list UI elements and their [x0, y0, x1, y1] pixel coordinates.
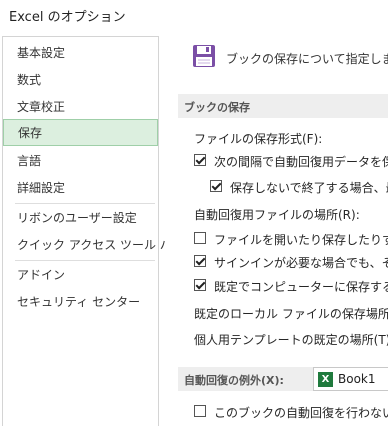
sidebar-item-save[interactable]: 保存 [3, 119, 158, 146]
section-header-save-workbooks: ブックの保存 [178, 94, 388, 118]
save-to-computer-label: 既定でコンピューターに保存する(C) [214, 280, 388, 294]
sidebar-item-proofing[interactable]: 文章校正 [3, 94, 158, 121]
options-sidebar: 基本設定 数式 文章校正 保存 言語 詳細設定 リボンのユーザー設定 クイック … [2, 36, 184, 426]
title-bar: Excel のオプション [0, 0, 388, 28]
keep-last-version-label: 保存しないで終了する場合、最 [230, 181, 388, 195]
excel-icon: X [318, 372, 333, 387]
sidebar-item-advanced[interactable]: 詳細設定 [3, 175, 158, 202]
sidebar-item-general[interactable]: 基本設定 [3, 40, 158, 67]
section-title: 自動回復の例外(X): [184, 374, 284, 387]
exceptions-workbook-dropdown[interactable]: X Book1 [313, 367, 388, 391]
show-additional-places-checkbox[interactable] [194, 255, 206, 267]
sidebar-item-trust-center[interactable]: セキュリティ センター [3, 289, 158, 316]
save-to-computer-checkbox[interactable] [194, 279, 206, 291]
sidebar-item-language[interactable]: 言語 [3, 148, 158, 175]
disable-autorecover-label: このブックの自動回復を行わない(D) [214, 406, 388, 420]
window-title: Excel のオプション [9, 10, 126, 25]
default-template-location-label: 個人用テンプレートの既定の場所(T): [194, 333, 388, 347]
show-additional-places-label: サインインが必要な場合でも、その他 [214, 256, 388, 270]
default-local-location-label: 既定のローカル ファイルの保存場所(I): [194, 307, 388, 321]
section-title: ブックの保存 [184, 101, 250, 114]
disable-autorecover-checkbox[interactable] [194, 405, 206, 417]
exceptions-workbook-value: Book1 [338, 372, 376, 386]
sidebar-divider [15, 203, 155, 204]
sidebar-item-quick-access-toolbar[interactable]: クイック アクセス ツール バー [3, 232, 184, 259]
autorecover-location-label: 自動回復用ファイルの場所(R): [194, 208, 360, 222]
sidebar-item-customize-ribbon[interactable]: リボンのユーザー設定 [3, 205, 158, 232]
autorecover-interval-label: 次の間隔で自動回復用データを保 [214, 155, 388, 169]
sidebar-item-formulas[interactable]: 数式 [3, 67, 158, 94]
save-format-label: ファイルの保存形式(F): [194, 132, 323, 146]
autorecover-interval-checkbox[interactable] [194, 154, 206, 166]
keep-last-version-checkbox[interactable] [210, 180, 222, 192]
sidebar-item-addins[interactable]: アドイン [3, 262, 158, 289]
sidebar-divider [15, 260, 155, 261]
no-backstage-label: ファイルを開いたり保存したりするとき [214, 233, 388, 247]
save-disk-icon [193, 45, 215, 67]
options-main-panel: ブックの保存について指定しま ブックの保存 ファイルの保存形式(F): 次の間隔… [166, 36, 388, 426]
no-backstage-checkbox[interactable] [194, 232, 206, 244]
page-header-text: ブックの保存について指定しま [226, 52, 388, 66]
